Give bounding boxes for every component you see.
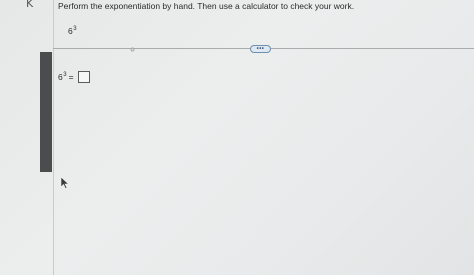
equals-sign: = [68, 72, 74, 82]
content-frame-edge [53, 0, 54, 275]
more-options-button[interactable]: ••• [250, 45, 271, 53]
mouse-pointer-icon [61, 177, 70, 189]
answer-expression: 63 [58, 72, 67, 82]
expression-exponent: 3 [73, 26, 77, 32]
question-instruction: Perform the exponentiation by hand. Then… [58, 1, 355, 11]
answer-exponent: 3 [63, 72, 67, 78]
question-expression: 63 [68, 26, 77, 36]
back-arrow-icon[interactable]: K [26, 0, 33, 10]
side-panel-bar [40, 52, 52, 172]
answer-input[interactable] [77, 71, 90, 83]
answer-row: 63 = [58, 71, 90, 83]
